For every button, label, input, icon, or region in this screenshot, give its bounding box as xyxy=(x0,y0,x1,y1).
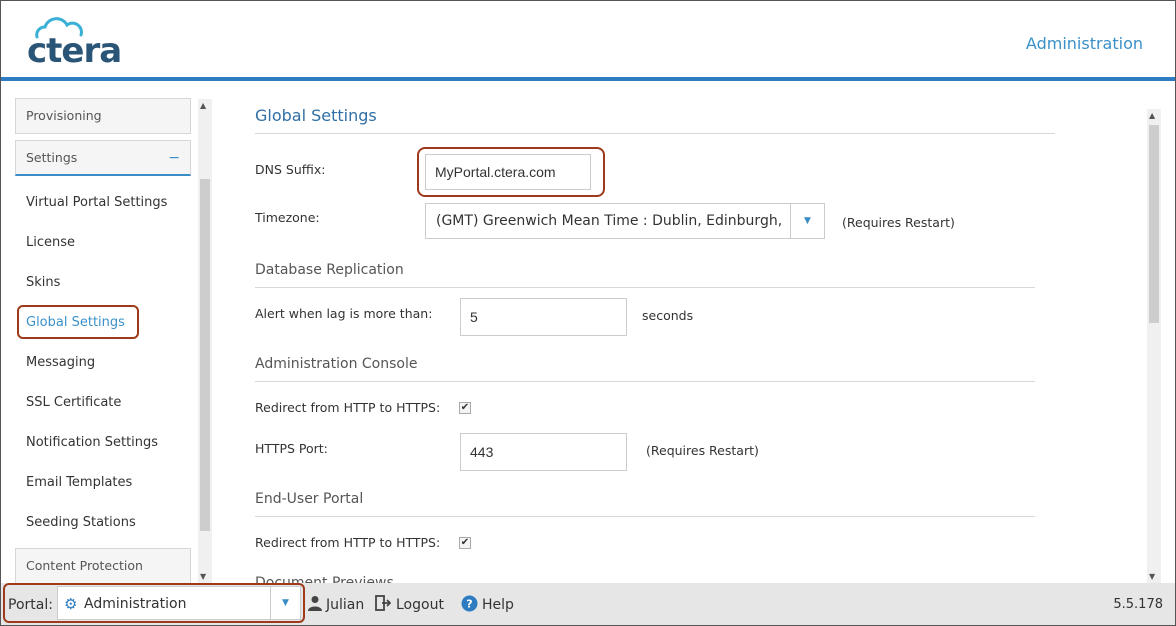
scroll-down-icon[interactable]: ▼ xyxy=(200,572,206,581)
sidebar-item-seeding-stations[interactable]: Seeding Stations xyxy=(26,515,136,530)
sidebar-section-label: Settings xyxy=(26,150,78,165)
timezone-value: (GMT) Greenwich Mean Time : Dublin, Edin… xyxy=(436,213,786,229)
timezone-select[interactable]: (GMT) Greenwich Mean Time : Dublin, Edin… xyxy=(425,203,825,239)
https-port-note: (Requires Restart) xyxy=(646,443,759,458)
scroll-up-icon[interactable]: ▲ xyxy=(200,101,206,110)
page-title: Global Settings xyxy=(255,106,377,125)
section-title-database-replication: Database Replication xyxy=(255,262,404,278)
logout-link[interactable]: Logout xyxy=(396,597,444,613)
scroll-down-icon[interactable]: ▼ xyxy=(1149,572,1155,581)
sidebar-item-global-settings[interactable]: Global Settings xyxy=(26,315,125,330)
help-icon[interactable]: ? xyxy=(461,595,478,616)
portal-redirect-checkbox[interactable]: ✔ xyxy=(459,537,471,549)
footer-bar: Portal: ⚙ Administration ▼ Julian Logout… xyxy=(1,583,1175,625)
main-content: Global Settings DNS Suffix: Timezone: (G… xyxy=(215,81,1175,583)
sidebar-section-label: Provisioning xyxy=(26,108,102,123)
https-port-input[interactable] xyxy=(460,433,627,471)
section-divider xyxy=(255,516,1035,517)
chevron-down-icon[interactable]: ▼ xyxy=(270,587,300,619)
logo-text: ctera xyxy=(27,31,122,71)
sidebar-item-messaging[interactable]: Messaging xyxy=(26,355,95,370)
app-window: ctera Administration Provisioning Settin… xyxy=(0,0,1176,626)
sidebar-section-content-protection[interactable]: Content Protection xyxy=(15,548,191,583)
portal-label: Portal: xyxy=(8,597,53,613)
sidebar-scrollbar[interactable]: ▲ ▼ xyxy=(198,99,212,583)
timezone-label: Timezone: xyxy=(255,210,320,225)
https-port-label: HTTPS Port: xyxy=(255,441,328,456)
collapse-icon[interactable]: − xyxy=(168,141,180,175)
help-link[interactable]: Help xyxy=(482,597,514,613)
dns-suffix-label: DNS Suffix: xyxy=(255,162,326,177)
portal-select[interactable]: ⚙ Administration ▼ xyxy=(57,586,301,620)
timezone-note: (Requires Restart) xyxy=(842,215,955,230)
sidebar: Provisioning Settings − Virtual Portal S… xyxy=(1,81,215,583)
portal-value: Administration xyxy=(84,596,187,612)
section-title-end-user-portal: End-User Portal xyxy=(255,491,364,507)
user-name[interactable]: Julian xyxy=(326,597,364,613)
alert-lag-input[interactable] xyxy=(460,298,627,336)
user-icon xyxy=(308,595,322,615)
title-divider xyxy=(255,133,1055,134)
admin-redirect-label: Redirect from HTTP to HTTPS: xyxy=(255,400,441,415)
logout-icon[interactable] xyxy=(375,595,392,615)
header-title[interactable]: Administration xyxy=(1026,34,1143,53)
portal-redirect-label: Redirect from HTTP to HTTPS: xyxy=(255,535,441,550)
sidebar-item-license[interactable]: License xyxy=(26,235,75,250)
ctera-logo[interactable]: ctera xyxy=(23,17,133,73)
chevron-down-icon[interactable]: ▼ xyxy=(790,204,824,238)
scrollbar-thumb[interactable] xyxy=(200,179,210,531)
scrollbar-thumb[interactable] xyxy=(1149,125,1159,323)
sidebar-item-virtual-portal-settings[interactable]: Virtual Portal Settings xyxy=(26,195,167,210)
section-title-partial: Document Previews xyxy=(255,575,394,583)
sidebar-item-ssl-certificate[interactable]: SSL Certificate xyxy=(26,395,121,410)
sidebar-item-email-templates[interactable]: Email Templates xyxy=(26,475,132,490)
scroll-up-icon[interactable]: ▲ xyxy=(1149,111,1155,120)
section-divider xyxy=(255,287,1035,288)
sidebar-section-label: Content Protection xyxy=(26,558,143,573)
dns-suffix-input[interactable] xyxy=(425,154,591,190)
main-scrollbar[interactable]: ▲ ▼ xyxy=(1147,109,1161,583)
admin-redirect-checkbox[interactable]: ✔ xyxy=(459,402,471,414)
sidebar-section-settings[interactable]: Settings − xyxy=(15,140,191,176)
header: ctera Administration xyxy=(1,1,1175,81)
sidebar-section-provisioning[interactable]: Provisioning xyxy=(15,98,191,134)
section-divider xyxy=(255,381,1035,382)
alert-lag-unit: seconds xyxy=(642,308,694,323)
version-label: 5.5.178 xyxy=(1113,597,1163,612)
gear-icon: ⚙ xyxy=(64,595,78,613)
svg-text:?: ? xyxy=(466,598,472,611)
sidebar-item-notification-settings[interactable]: Notification Settings xyxy=(26,435,158,450)
alert-lag-label: Alert when lag is more than: xyxy=(255,306,433,321)
section-title-administration-console: Administration Console xyxy=(255,356,418,372)
sidebar-item-skins[interactable]: Skins xyxy=(26,275,60,290)
